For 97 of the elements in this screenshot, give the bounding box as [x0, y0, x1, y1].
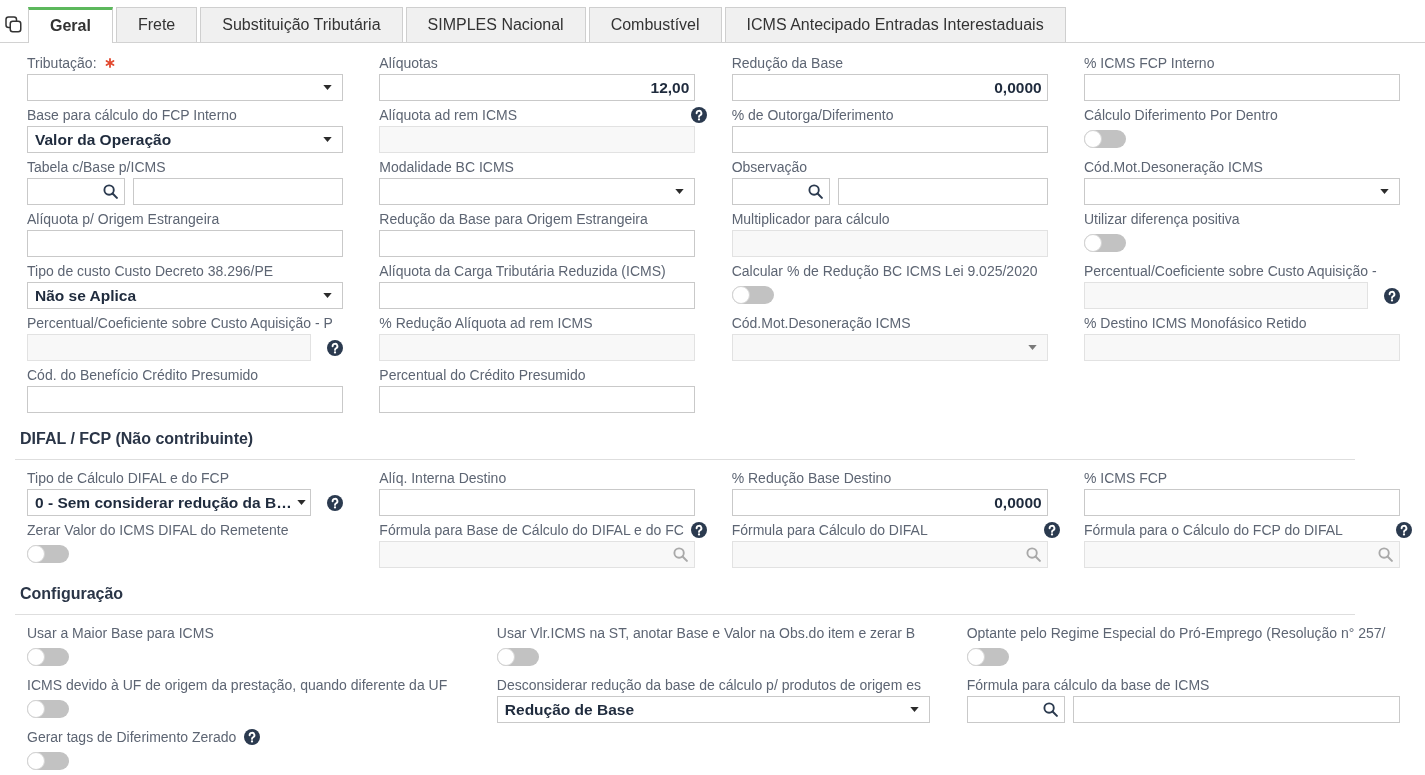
field-label: Percentual/Coeficiente sobre Custo Aquisição -	[1084, 262, 1377, 281]
tab[interactable]: Frete	[115, 7, 198, 42]
field-label: Cálculo Diferimento Por Dentro	[1084, 106, 1278, 125]
input-field[interactable]: 12,00	[379, 74, 696, 101]
select-field[interactable]	[27, 74, 343, 101]
toggle-switch[interactable]	[1084, 130, 1126, 148]
tab[interactable]: Geral	[28, 7, 113, 43]
input-field[interactable]	[731, 126, 1048, 153]
tab[interactable]: Combustível	[588, 7, 722, 42]
toggle-switch[interactable]	[496, 648, 539, 666]
field-label: Multiplicador para cálculo	[731, 210, 890, 229]
input-field[interactable]	[379, 489, 696, 516]
caret-icon	[323, 293, 332, 298]
caret-icon	[323, 137, 332, 142]
field-label: % Destino ICMS Monofásico Retido	[1084, 314, 1307, 333]
input-field[interactable]	[379, 230, 696, 257]
lookup-field[interactable]	[27, 178, 125, 205]
field-label: Fórmula para o Cálculo do FCP do DIFAL	[1084, 521, 1343, 540]
field-label: % ICMS FCP Interno	[1084, 54, 1215, 73]
field-label: ICMS devido à UF de origem da prestação, quando diferente da UF	[27, 676, 448, 695]
field-label: Alíquota p/ Origem Estrangeira	[27, 210, 220, 229]
select-field[interactable]: 0 - Sem considerar redução da B…	[27, 489, 311, 516]
caret-icon	[296, 500, 306, 505]
field-label: Cód.Mot.Desoneração ICMS	[731, 314, 911, 333]
field-label: Observação	[731, 158, 808, 177]
input-field[interactable]: 0,0000	[731, 489, 1048, 516]
toggle-switch[interactable]	[27, 700, 69, 718]
input-field[interactable]	[27, 230, 343, 257]
field-label: Tipo de Cálculo DIFAL e do FCP	[27, 469, 230, 488]
select-field[interactable]: Não se Aplica	[27, 282, 343, 309]
input-field[interactable]	[1072, 696, 1400, 723]
field-label: % Redução Alíquota ad rem ICMS	[379, 314, 593, 333]
field-label: Tributação:	[27, 54, 97, 73]
field-label: Alíquota da Carga Tributária Reduzida (ICMS)	[379, 262, 666, 281]
input-field[interactable]	[1084, 74, 1400, 101]
field-label: Redução da Base para Origem Estrangeira	[379, 210, 648, 229]
field-label: Percentual do Crédito Presumido	[379, 366, 586, 385]
field-label: Cód. do Benefício Crédito Presumido	[27, 366, 259, 385]
field-label: Zerar Valor do ICMS DIFAL do Remetente	[27, 521, 289, 540]
input-field[interactable]	[1084, 489, 1400, 516]
field-label: % Redução Base Destino	[731, 469, 892, 488]
field-label: Fórmula para cálculo da base de ICMS	[966, 676, 1210, 695]
field-label: Desconsiderar redução da base de cálculo p/ produtos de origem es	[496, 676, 921, 695]
help-icon[interactable]	[244, 729, 261, 745]
field-label: Tabela c/Base p/ICMS	[27, 158, 166, 177]
caret-icon	[910, 707, 920, 712]
caret-icon	[675, 189, 685, 194]
field-label: Modalidade BC ICMS	[379, 158, 514, 177]
tab[interactable]: SIMPLES Nacional	[405, 7, 586, 42]
field-label: Fórmula para Cálculo do DIFAL	[731, 521, 928, 540]
toggle-switch[interactable]	[27, 545, 69, 563]
search-icon[interactable]	[1042, 702, 1058, 717]
select-field[interactable]	[379, 178, 696, 205]
field-label: Utilizar diferença positiva	[1084, 210, 1240, 229]
field-label: Optante pelo Regime Especial do Pró-Emprego (Resolução n° 257/	[966, 624, 1386, 643]
select-field[interactable]	[1084, 178, 1400, 205]
caret-icon	[1027, 345, 1037, 350]
copy-icon[interactable]	[5, 16, 22, 33]
field-label: Alíq. Interna Destino	[379, 469, 507, 488]
toggle-switch[interactable]	[1084, 234, 1126, 252]
tab[interactable]: Substituição Tributária	[200, 7, 403, 42]
input-field[interactable]	[27, 386, 343, 413]
lookup-field[interactable]	[731, 178, 830, 205]
toggle-switch[interactable]	[27, 752, 69, 770]
section-title: DIFAL / FCP (Não contribuinte)	[20, 430, 254, 447]
toggle-switch[interactable]	[966, 648, 1009, 666]
input-field[interactable]	[837, 178, 1048, 205]
field-label: Fórmula para Base de Cálculo do DIFAL e do FC	[379, 521, 684, 540]
help-icon[interactable]	[327, 494, 343, 511]
field-label: Redução da Base	[731, 54, 843, 73]
field-label: Usar Vlr.ICMS na ST, anotar Base e Valor na Obs.do item e zerar B	[496, 624, 916, 643]
field-label: % de Outorga/Diferimento	[731, 106, 894, 125]
field-label: Usar a Maior Base para ICMS	[27, 624, 214, 643]
select-field[interactable]: Redução de Base	[496, 696, 931, 723]
field-label: Percentual/Coeficiente sobre Custo Aquisição - P	[27, 314, 333, 333]
field-label: Gerar tags de Diferimento Zerado	[27, 728, 237, 747]
field-label: Alíquotas	[379, 54, 438, 73]
search-icon[interactable]	[103, 184, 118, 199]
caret-icon	[1380, 189, 1389, 194]
toggle-switch[interactable]	[27, 648, 69, 666]
input-field[interactable]	[133, 178, 343, 205]
caret-icon	[323, 85, 332, 90]
input-field[interactable]	[379, 282, 696, 309]
input-field[interactable]	[379, 386, 696, 413]
field-label: Tipo de custo Custo Decreto 38.296/PE	[27, 262, 274, 281]
field-label: Cód.Mot.Desoneração ICMS	[1084, 158, 1263, 177]
field-label: Alíquota ad rem ICMS	[379, 106, 518, 125]
select-field[interactable]: Valor da Operação	[27, 126, 343, 153]
field-label: Base para cálculo do FCP Interno	[27, 106, 237, 125]
section-title: Configuração	[20, 585, 124, 602]
field-label: Calcular % de Redução BC ICMS Lei 9.025/2020	[731, 262, 1038, 281]
lookup-field[interactable]	[966, 696, 1065, 723]
field-label: % ICMS FCP	[1084, 469, 1168, 488]
search-icon[interactable]	[807, 184, 823, 199]
toggle-switch[interactable]	[731, 286, 774, 304]
tab[interactable]: ICMS Antecipado Entradas Interestaduais	[724, 7, 1066, 42]
input-field[interactable]: 0,0000	[731, 74, 1048, 101]
